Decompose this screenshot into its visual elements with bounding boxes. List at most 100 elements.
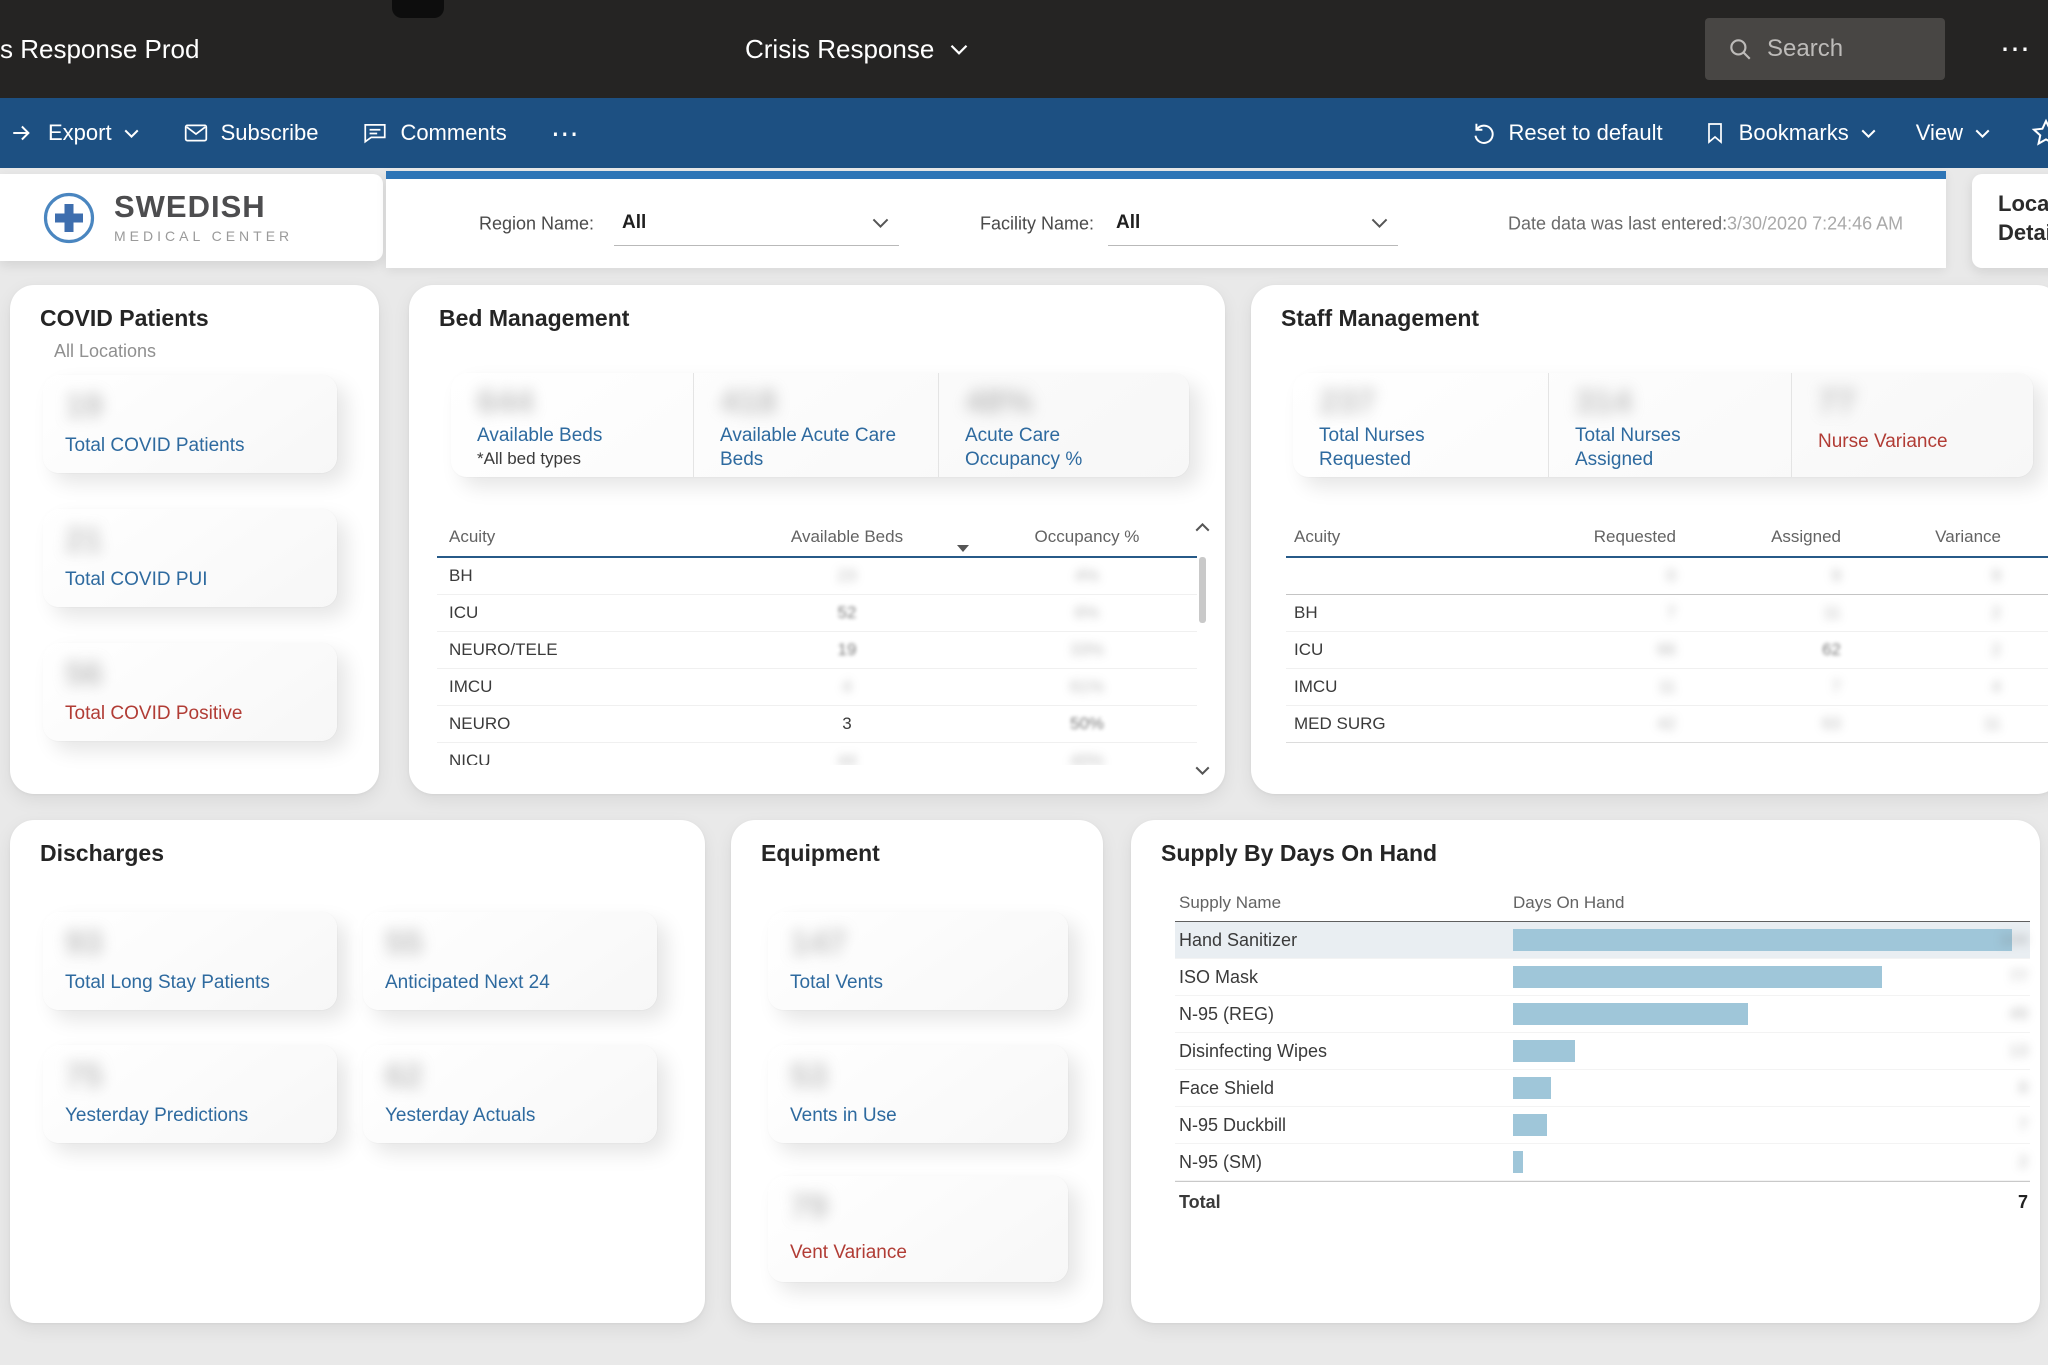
kpi-label: Available Acute Care Beds [720,425,897,470]
comments-button[interactable]: Comments [362,120,507,146]
staff-table-header-variance[interactable]: Variance [1841,527,2001,547]
more-options-button[interactable]: ⋯ [2000,0,2030,98]
bed-table-header-occupancy[interactable]: Occupancy % [977,527,1197,547]
bed-table-scrollbar[interactable] [1193,523,1213,775]
kpi-value: 237 [1319,383,1376,421]
kpi-label: Total Long Stay Patients [65,972,270,993]
cell-requested: 7 [1666,603,1676,622]
supply-bar-cell: 8 [1513,1070,2030,1106]
chevron-down-icon [1975,129,1990,138]
region-filter-dropdown[interactable]: All [614,201,899,246]
table-row[interactable]: MED SURG 42 63 11 [1286,706,2048,743]
supply-name: Hand Sanitizer [1179,929,1298,950]
sort-descending-icon [957,545,969,552]
kpi-tile-vents-in-use: 53 Vents in Use [768,1045,1068,1143]
supply-total-row: Total 7 [1175,1181,2030,1223]
reset-icon [1471,120,1497,146]
star-icon [2030,117,2048,149]
export-button[interactable]: Export [10,120,139,146]
scroll-down-icon[interactable] [1195,766,1210,775]
days-on-hand-bar [1513,1003,1748,1025]
location-details-line1: Location [1998,191,2048,216]
supply-row[interactable]: N-95 (REG) 49 [1175,996,2030,1033]
clipped-browser-element [392,0,444,18]
equipment-card-title: Equipment [761,840,880,866]
supply-row[interactable]: N-95 Duckbill 7 [1175,1107,2030,1144]
facility-filter-dropdown[interactable]: All [1108,201,1398,246]
table-row[interactable]: IMCU 4 61% [437,669,1197,706]
scroll-up-icon[interactable] [1195,523,1210,532]
supply-row[interactable]: ISO Mask 77 [1175,959,2030,996]
supply-header-name[interactable]: Supply Name [1175,893,1513,913]
view-button[interactable]: View [1916,120,1990,146]
subscribe-button[interactable]: Subscribe [183,120,318,146]
region-filter-value: All [622,212,647,233]
scrollbar-thumb[interactable] [1199,557,1206,623]
table-row[interactable]: BH 7 11 2 [1286,595,2048,632]
kpi-label: Total COVID Positive [65,703,243,724]
search-input[interactable]: Search [1705,18,1945,80]
supply-row[interactable]: Face Shield 8 [1175,1070,2030,1107]
kpi-available-acute-care-beds: 418 Available Acute Care Beds [693,373,938,477]
supply-row[interactable]: Disinfecting Wipes 13 [1175,1033,2030,1070]
staff-table-header-acuity[interactable]: Acuity [1286,527,1516,547]
actionbar-more-button[interactable]: ⋯ [551,117,581,150]
staff-table-header-assigned[interactable]: Assigned [1676,527,1841,547]
cell-available-beds: 19 [837,640,857,659]
chevron-down-icon [124,129,139,138]
comment-bubble-icon [362,120,388,146]
kpi-label: Total COVID PUI [65,569,208,590]
table-row[interactable]: ICU 52 6% [437,595,1197,632]
bookmarks-button[interactable]: Bookmarks [1703,120,1876,146]
cell-acuity: ICU [1294,640,1324,659]
table-row[interactable]: NEURO/TELE 19 33% [437,632,1197,669]
reset-to-default-button[interactable]: Reset to default [1471,120,1663,146]
bed-table-header-acuity[interactable]: Acuity [437,527,717,547]
kpi-value: 53 [790,1057,828,1095]
cell-occupancy: 61% [1069,677,1105,696]
cell-acuity: NICU [449,751,491,765]
swedish-logo-card: SWEDISH MEDICAL CENTER [0,174,383,261]
supply-card-title: Supply By Days On Hand [1161,840,1438,866]
table-row[interactable]: NICU 44 40% [437,743,1197,765]
kpi-value: 75 [65,1057,103,1095]
swedish-cross-icon [42,191,96,245]
supply-name: Disinfecting Wipes [1179,1040,1328,1061]
table-row[interactable]: NEURO 3 50% [437,706,1197,743]
chevron-down-icon [1371,218,1388,228]
chevron-down-icon [950,44,968,55]
kpi-tile-anticipated-next-24: 55 Anticipated Next 24 [363,912,657,1010]
cell-assigned: 62 [1822,640,1841,659]
kpi-value: 62 [385,1057,423,1095]
table-row[interactable]: 0 9 9 [1286,558,2048,595]
cell-occupancy: 40% [1069,751,1105,765]
cell-occupancy: 4% [1074,566,1100,585]
favorite-star-button[interactable] [2030,117,2048,149]
days-on-hand-value: 13 [2009,1041,2028,1060]
kpi-tile-total-vents: 147 Total Vents [768,912,1068,1010]
reset-label: Reset to default [1508,120,1663,145]
table-row[interactable]: BH 23 4% [437,558,1197,595]
covid-card-subtitle: All Locations [54,341,157,361]
cell-acuity: BH [449,566,473,585]
report-title-dropdown[interactable]: Crisis Response [745,0,968,98]
supply-row[interactable]: Hand Sanitizer 104 [1175,922,2030,959]
kpi-label: Nurse Variance [1818,431,1948,452]
supply-name: N-95 Duckbill [1179,1114,1287,1135]
supply-bar-cell: 2 [1513,1144,2030,1180]
supply-row[interactable]: N-95 (SM) 2 [1175,1144,2030,1181]
bed-table-header-available-beds[interactable]: Available Beds [717,527,977,547]
cell-available-beds: 3 [842,714,852,733]
supply-header-days[interactable]: Days On Hand [1513,893,1625,913]
kpi-value: 55 [385,924,423,962]
kpi-value: 48% [965,383,1034,421]
location-details-tile[interactable]: Location Details [1972,174,2048,268]
cell-occupancy: 6% [1074,603,1100,622]
date-entered-label: Date data was last entered: [1508,213,1728,233]
cell-acuity: NEURO/TELE [449,640,558,659]
table-row[interactable]: ICU 66 62 2 [1286,632,2048,669]
cell-available-beds: 52 [837,603,857,622]
table-row[interactable]: IMCU 11 7 4 [1286,669,2048,706]
kpi-total-nurses-requested: 237 Total Nurses Requested [1293,373,1548,477]
staff-table-header-requested[interactable]: Requested [1516,527,1676,547]
